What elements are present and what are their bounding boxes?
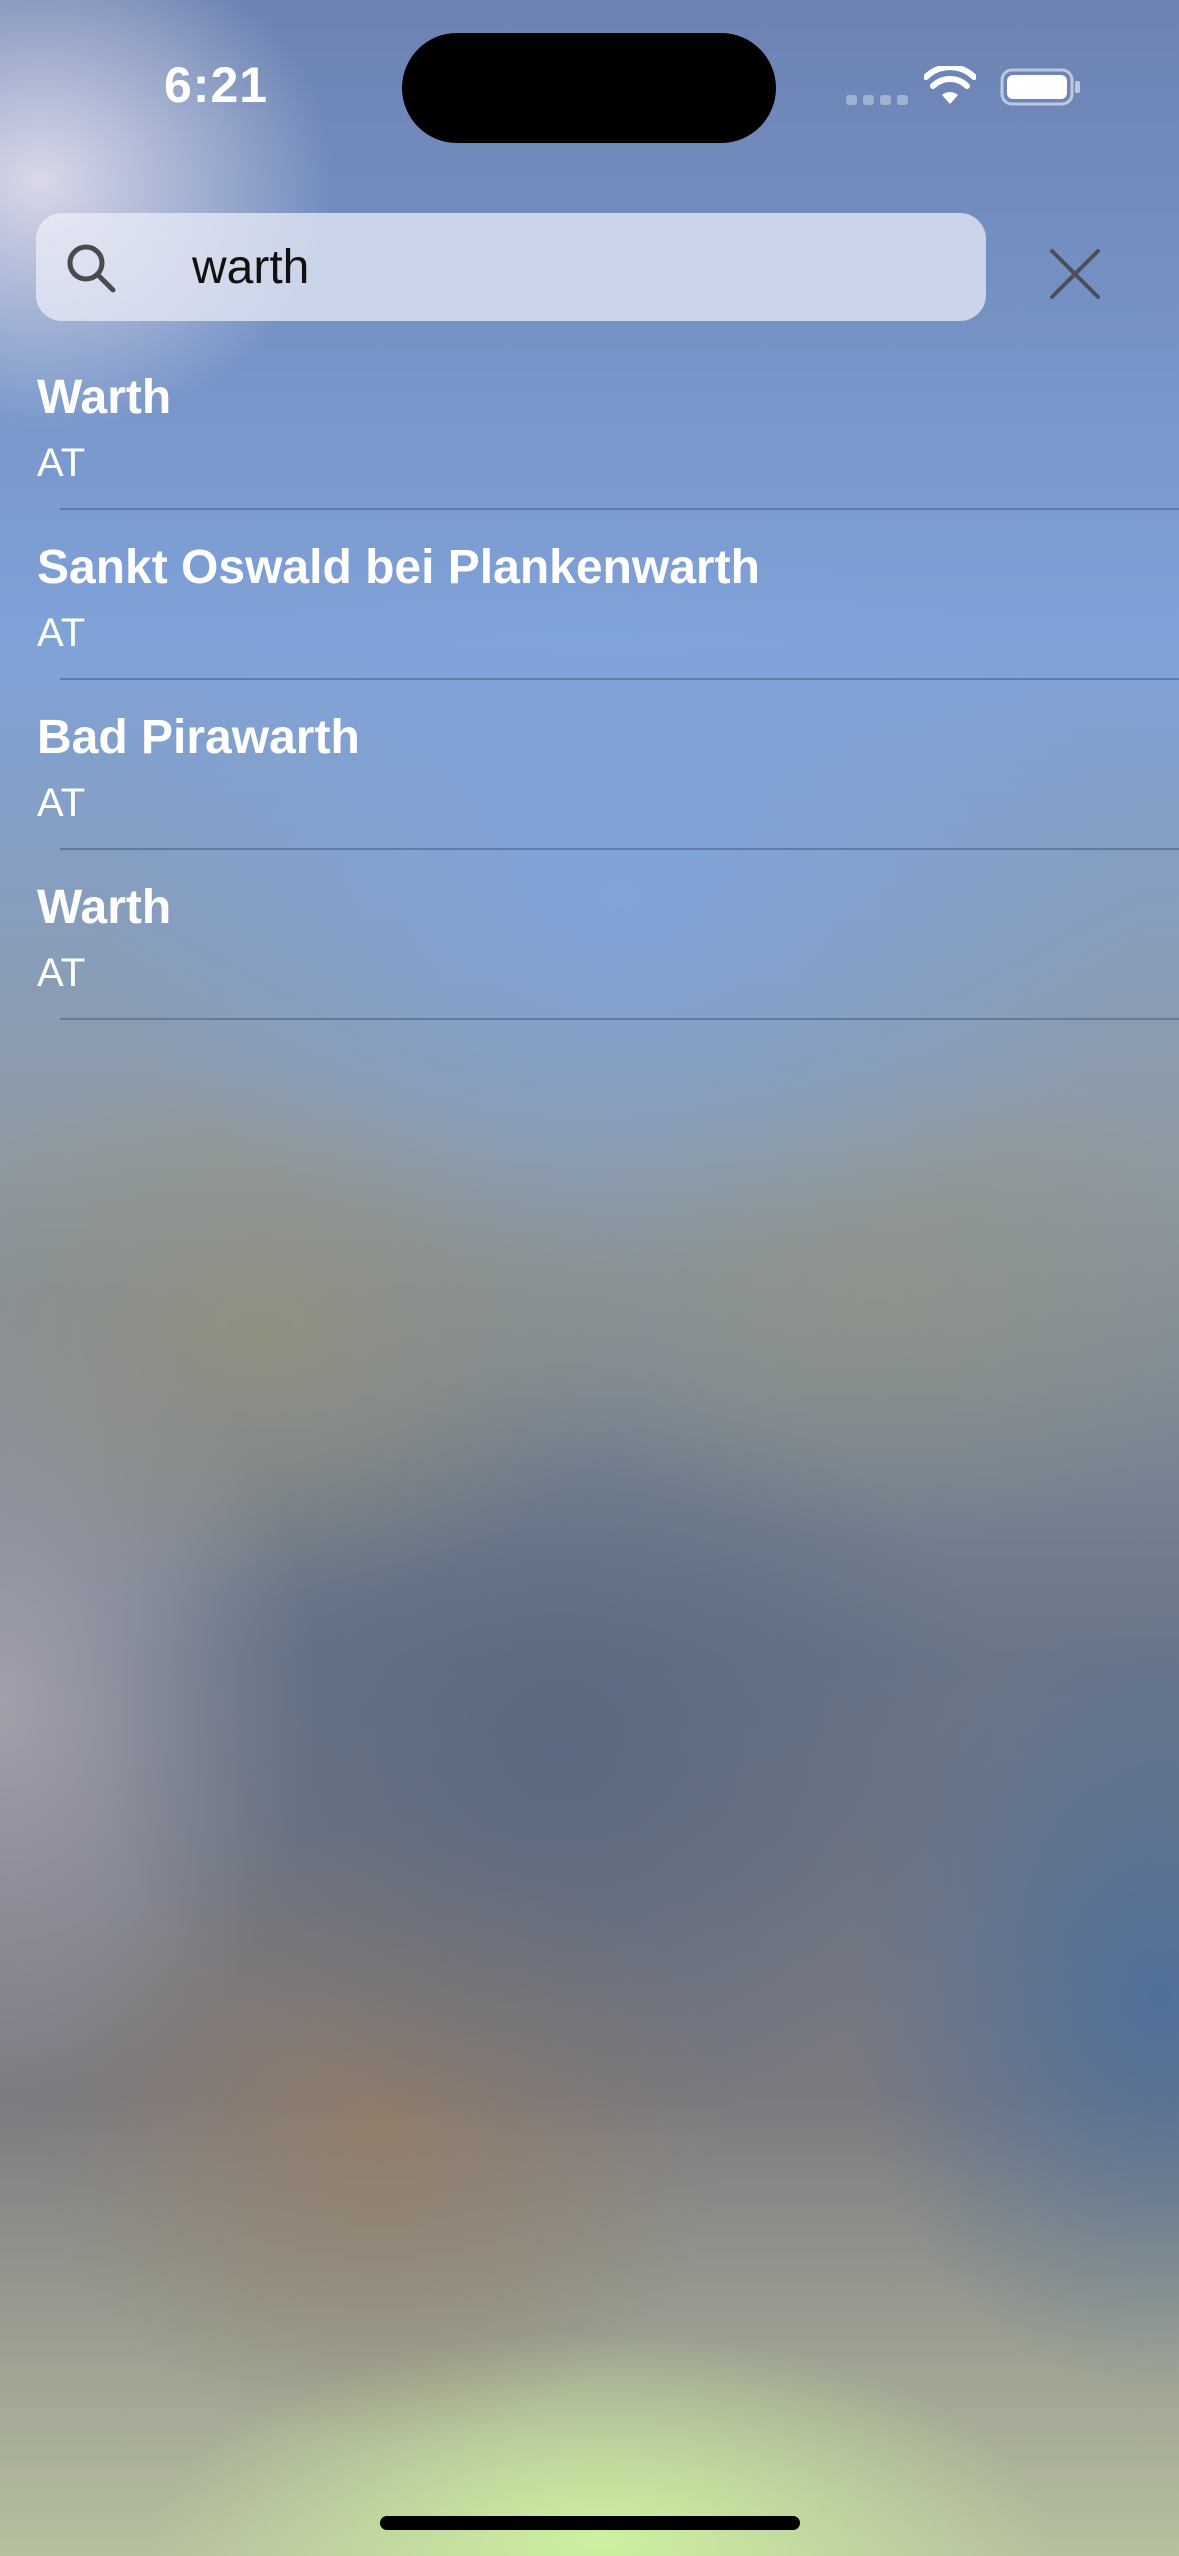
dynamic-island xyxy=(402,33,776,143)
cellular-signal-icon xyxy=(846,95,908,105)
result-country: AT xyxy=(37,441,86,485)
battery-icon xyxy=(1000,68,1080,106)
home-indicator[interactable] xyxy=(380,2516,800,2530)
result-country: AT xyxy=(37,951,86,995)
divider xyxy=(60,1018,1179,1020)
wifi-icon xyxy=(924,66,976,104)
status-bar: 6:21 xyxy=(0,0,1179,180)
search-bar[interactable] xyxy=(36,213,986,321)
close-icon[interactable] xyxy=(1046,245,1104,303)
search-results-list: Warth AT Sankt Oswald bei Plankenwarth A… xyxy=(0,340,1179,1020)
result-country: AT xyxy=(37,781,86,825)
result-country: AT xyxy=(37,611,86,655)
result-title: Bad Pirawarth xyxy=(37,711,360,764)
result-title: Sankt Oswald bei Plankenwarth xyxy=(37,541,760,594)
search-input[interactable] xyxy=(192,213,952,321)
result-item[interactable]: Sankt Oswald bei Plankenwarth AT xyxy=(0,510,1179,680)
status-time: 6:21 xyxy=(164,57,269,113)
result-title: Warth xyxy=(37,881,172,934)
result-title: Warth xyxy=(37,371,172,424)
result-item[interactable]: Bad Pirawarth AT xyxy=(0,680,1179,850)
result-item[interactable]: Warth AT xyxy=(0,850,1179,1020)
result-item[interactable]: Warth AT xyxy=(0,340,1179,510)
search-icon xyxy=(67,244,116,293)
